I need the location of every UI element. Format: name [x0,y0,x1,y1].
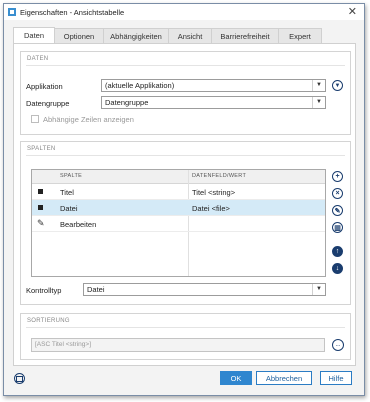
applikation-select[interactable]: (aktuelle Applikation) ▼ [101,79,326,92]
spalten-section-title: SPALTEN [27,146,56,152]
pencil-icon: ✎ [37,218,45,228]
chevron-down-icon[interactable]: ▼ [312,284,325,295]
applikation-label: Applikation [26,82,63,91]
app-icon [8,8,16,16]
kontrolltyp-select[interactable]: Datei ▼ [83,283,326,296]
row-spalte: Datei [60,204,78,213]
arrow-up-icon[interactable]: ↑ [332,246,343,257]
divider [26,65,345,66]
kontrolltyp-label: Kontrolltyp [26,286,62,295]
tab-barrierefreiheit[interactable]: Barrierefreiheit [211,28,279,43]
abhaengige-zeilen-checkbox[interactable] [31,115,39,123]
delete-icon[interactable]: × [332,188,343,199]
row-wert: Titel <string> [192,188,236,197]
tab-abhaengigkeiten[interactable]: Abhängigkeiten [103,28,169,43]
datengruppe-label: Datengruppe [26,99,70,108]
row-spalte: Bearbeiten [60,220,97,229]
filter-icon[interactable]: ▼ [332,80,343,91]
add-icon[interactable]: + [332,171,343,182]
spalten-group: SPALTEN SPALTE DATENFELD/WERT Titel Tite… [20,141,351,305]
table-row[interactable]: Titel Titel <string> [32,184,325,200]
ok-button[interactable]: OK [220,371,252,385]
arrow-down-icon[interactable]: ↓ [332,263,343,274]
col-header-spalte: SPALTE [60,173,83,179]
row-spalte: Titel [60,188,74,197]
table-row[interactable]: ✎ Bearbeiten [32,216,325,232]
kontrolltyp-value: Datei [87,285,105,294]
columns-table: SPALTE DATENFELD/WERT Titel Titel <strin… [31,169,326,277]
daten-section-title: DATEN [27,56,49,62]
col-header-wert: DATENFELD/WERT [192,173,247,179]
edit-icon[interactable]: ✎ [332,205,343,216]
table-row[interactable]: Datei Datei <file> [32,200,325,216]
abhaengige-zeilen-label: Abhängige Zeilen anzeigen [43,115,134,124]
table-header: SPALTE DATENFELD/WERT [32,170,325,184]
hilfe-button[interactable]: Hilfe [320,371,352,385]
square-icon [38,189,43,194]
applikation-value: (aktuelle Applikation) [105,81,175,90]
tab-expert[interactable]: Expert [278,28,322,43]
datengruppe-value: Datengruppe [105,98,149,107]
title-bar: Eigenschaften - Ansichtstabelle ✕ [4,4,364,20]
window-title: Eigenschaften - Ansichtstabelle [20,7,125,17]
abbrechen-button[interactable]: Abbrechen [256,371,312,385]
chevron-down-icon[interactable]: ▼ [312,97,325,108]
screen-icon[interactable] [14,373,25,384]
datengruppe-select[interactable]: Datengruppe ▼ [101,96,326,109]
tab-bar: Daten Optionen Abhängigkeiten Ansicht Ba… [13,27,322,43]
sortierung-section-title: SORTIERUNG [27,318,70,324]
sortierung-input[interactable]: [ASC Titel <string>] [31,338,325,352]
close-icon[interactable]: ✕ [348,6,357,18]
divider [26,155,345,156]
row-wert: Datei <file> [192,204,230,213]
sortierung-edit-button[interactable]: ... [332,339,344,351]
properties-dialog: Eigenschaften - Ansichtstabelle ✕ Daten … [3,3,365,396]
daten-group: DATEN Applikation (aktuelle Applikation)… [20,51,351,135]
tab-optionen[interactable]: Optionen [54,28,104,43]
chevron-down-icon[interactable]: ▼ [312,80,325,91]
square-icon [38,205,43,210]
tab-ansicht[interactable]: Ansicht [168,28,212,43]
sortierung-group: SORTIERUNG [ASC Titel <string>] ... [20,313,351,360]
trash-icon[interactable]: ▥ [332,222,343,233]
tab-daten[interactable]: Daten [13,27,55,43]
divider [26,327,345,328]
tab-content: DATEN Applikation (aktuelle Applikation)… [13,43,356,366]
